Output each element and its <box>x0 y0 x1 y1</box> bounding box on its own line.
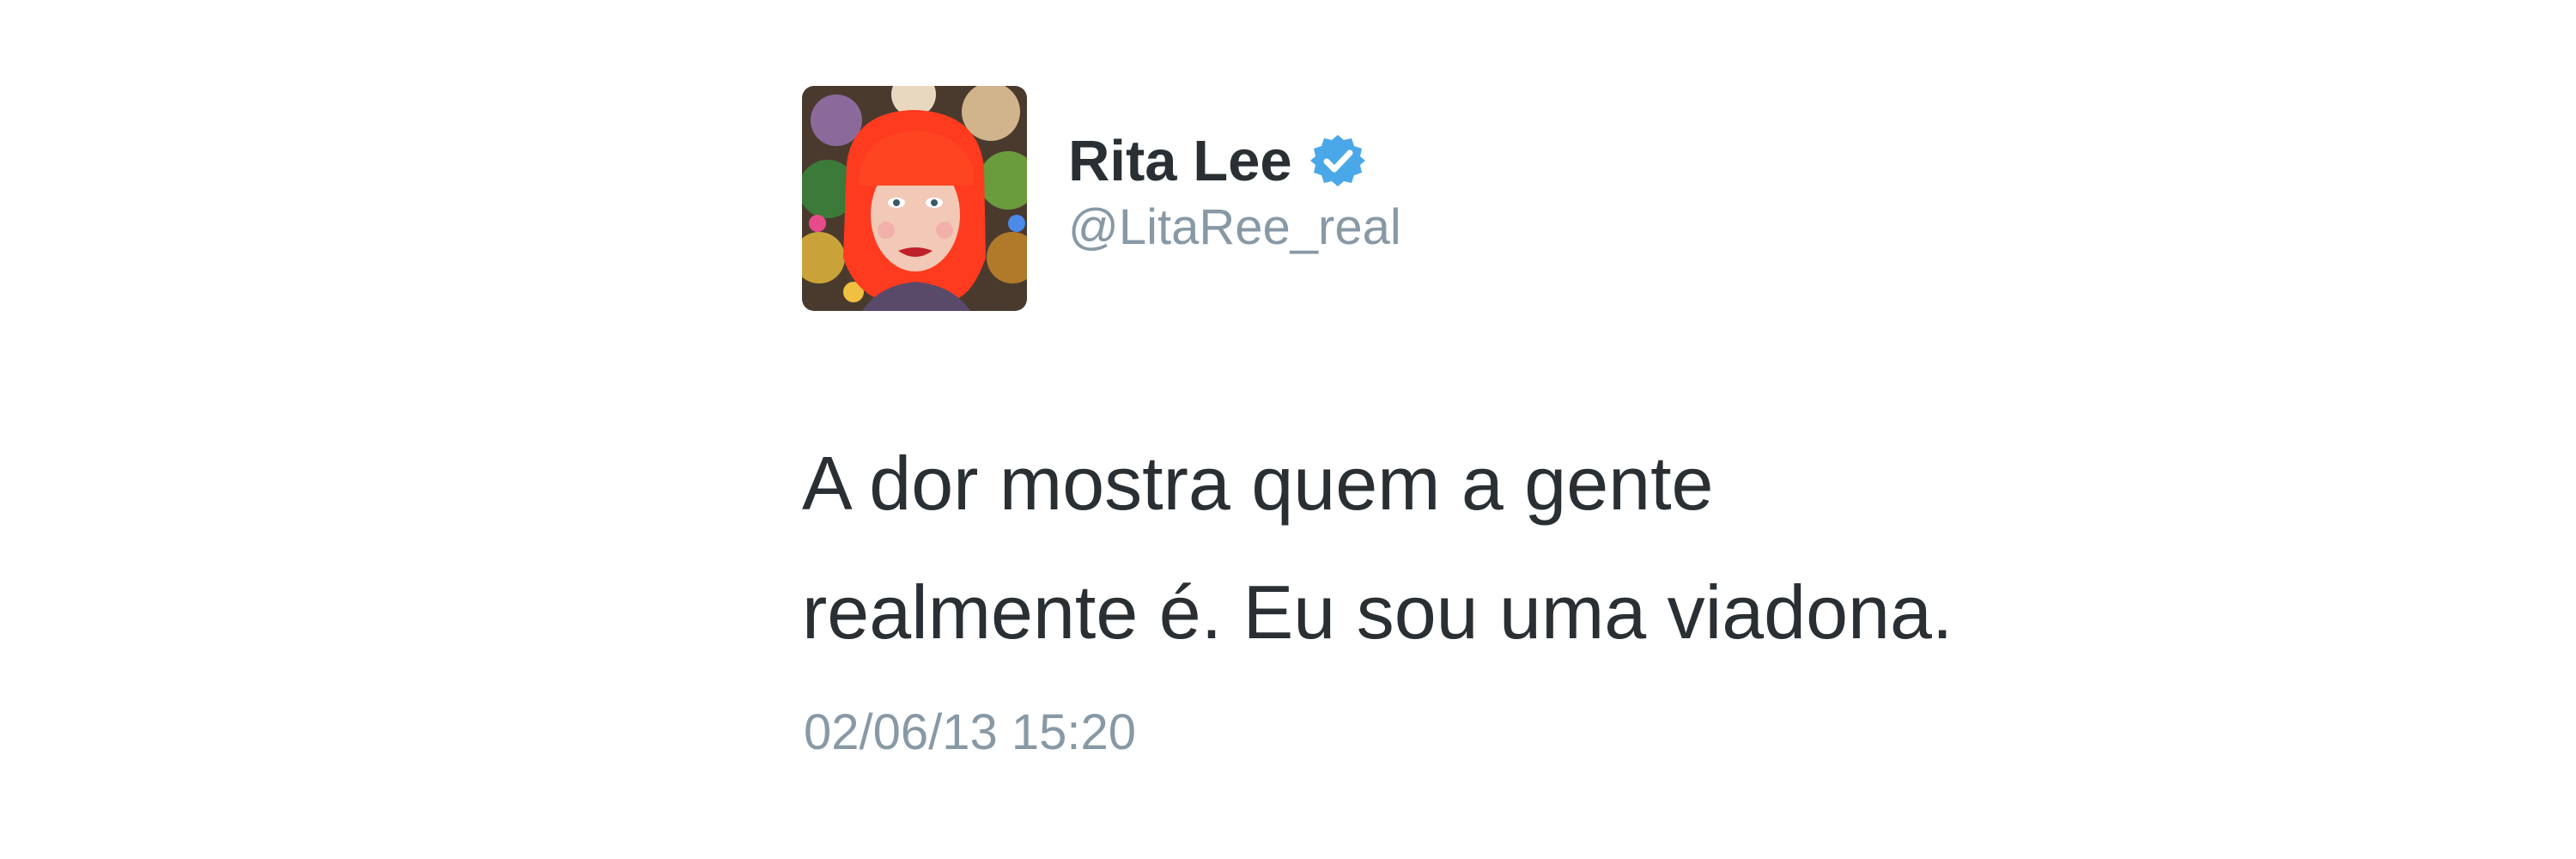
verified-badge-icon <box>1309 132 1366 189</box>
tweet-timestamp[interactable]: 02/06/13 15:20 <box>804 708 1136 758</box>
author-row: Rita Lee <box>1068 122 1366 199</box>
tweet-text-line: A dor mostra quem a gente <box>802 441 1714 526</box>
user-handle[interactable]: @LitaRee_real <box>1068 203 1401 253</box>
tweet-text: A dor mostra quem a gente realmente é. E… <box>802 419 2176 677</box>
tweet-card: Rita Lee @LitaRee_real A dor mostra quem… <box>0 0 2576 859</box>
display-name[interactable]: Rita Lee <box>1068 132 1292 190</box>
tweet-text-line: realmente é. Eu sou uma viadona. <box>802 570 1953 655</box>
avatar[interactable] <box>802 86 1027 311</box>
